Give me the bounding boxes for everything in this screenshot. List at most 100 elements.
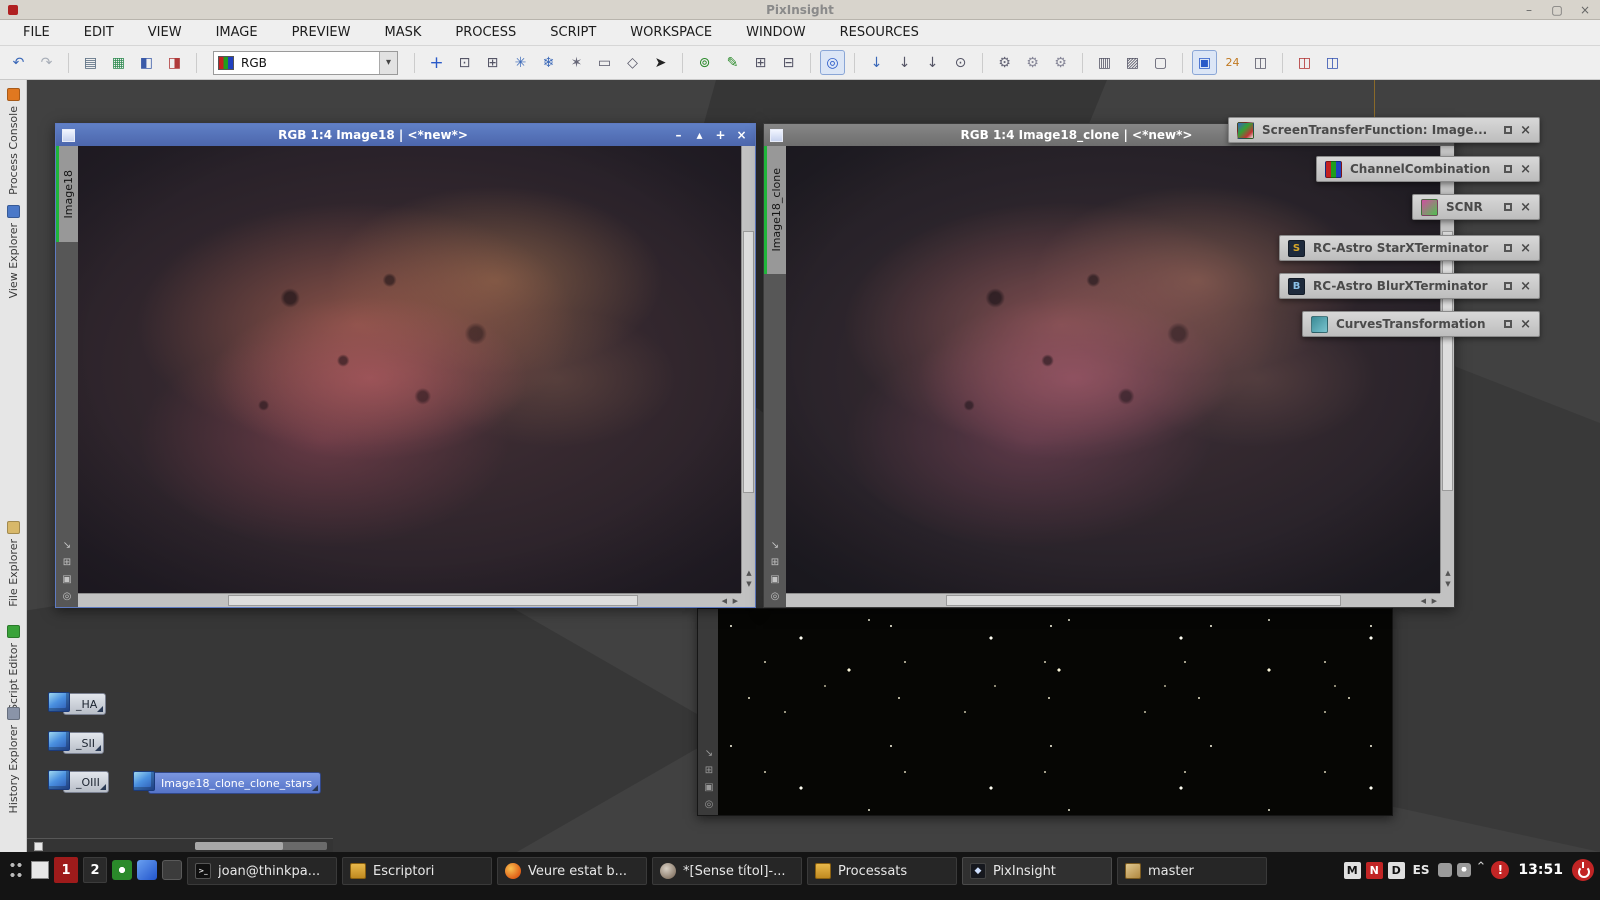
sidebar-tab-view-explorer[interactable]: View Explorer — [0, 202, 27, 301]
tray-status-icon[interactable] — [1438, 863, 1452, 877]
sidebar-tab-file-explorer[interactable]: File Explorer — [0, 518, 27, 610]
horizontal-scrollbar[interactable] — [195, 842, 327, 850]
power-button[interactable] — [1572, 859, 1594, 881]
copy-icon[interactable]: ▣ — [770, 575, 779, 585]
sync-views-icon[interactable]: ⊙ — [948, 50, 973, 75]
workspace-1-button[interactable]: 1 — [54, 857, 78, 883]
close-button[interactable]: × — [1520, 318, 1531, 331]
global-options-icon[interactable]: ⚙ — [1048, 50, 1073, 75]
edit-instance-icon[interactable]: ✎ — [720, 50, 745, 75]
zoom-button[interactable]: + — [713, 128, 728, 142]
restore-button[interactable] — [1504, 244, 1512, 252]
close-button[interactable]: × — [734, 128, 749, 142]
window-select-icon[interactable] — [62, 129, 75, 142]
preferences-icon[interactable]: ⚙ — [1020, 50, 1045, 75]
menu-view[interactable]: VIEW — [148, 25, 182, 40]
layout-pattern-icon[interactable]: ▨ — [1120, 50, 1145, 75]
image-window-titlebar[interactable]: RGB 1:4 Image18 | <*new*> – ▴ + × — [56, 124, 755, 146]
sidebar-tab-process-console[interactable]: Process Console — [0, 85, 27, 198]
target-icon[interactable]: ◎ — [705, 800, 714, 810]
zoom-in-icon[interactable]: ✳ — [508, 50, 533, 75]
launcher-icon-3[interactable] — [162, 860, 182, 880]
scrollbar-thumb[interactable] — [946, 595, 1341, 606]
menu-image[interactable]: IMAGE — [216, 25, 258, 40]
star-image-window[interactable]: ↘ ⊞ ▣ ◎ — [697, 608, 1393, 816]
screen-left-icon[interactable]: ◧ — [134, 50, 159, 75]
screen-blue-icon[interactable]: ◫ — [1320, 50, 1345, 75]
scroll-down-icon[interactable]: ▼ — [742, 580, 756, 588]
stf-auto-stretch-icon[interactable]: ✶ — [564, 50, 589, 75]
target-icon[interactable]: ◎ — [63, 592, 72, 602]
copy-icon[interactable]: ▣ — [704, 783, 713, 793]
resize-icon[interactable]: ↘ — [705, 749, 713, 759]
fit-icon[interactable]: ⊞ — [771, 558, 779, 568]
keyboard-layout-indicator[interactable]: ES — [1410, 863, 1433, 877]
screen-right-icon[interactable]: ◨ — [162, 50, 187, 75]
task-pixinsight[interactable]: ◆ PixInsight — [962, 857, 1112, 885]
menu-workspace[interactable]: WORKSPACE — [630, 25, 712, 40]
scroll-right-icon[interactable]: ▶ — [1432, 594, 1437, 608]
process-icon-cube-oiii[interactable] — [48, 770, 70, 790]
fit-icon[interactable]: ⊞ — [705, 766, 713, 776]
select-mode-icon[interactable]: ➤ — [648, 50, 673, 75]
scroll-left-icon[interactable]: ◀ — [722, 594, 727, 608]
launcher-icon-1[interactable] — [112, 860, 132, 880]
launcher-icon-2[interactable] — [137, 860, 157, 880]
workspace-2-button[interactable]: 2 — [83, 857, 107, 883]
duplicate-window-icon[interactable]: ⊟ — [776, 50, 801, 75]
view-channel-selector[interactable]: RGB ▾ — [213, 51, 398, 75]
process-window-screentransferfunction[interactable]: ScreenTransferFunction: Image... × — [1228, 117, 1540, 143]
readout-mode-icon[interactable]: ◇ — [620, 50, 645, 75]
window-select-icon[interactable] — [770, 129, 783, 142]
show-desktop-icon[interactable] — [31, 861, 49, 879]
restore-button[interactable] — [1504, 126, 1512, 134]
shaded-window-sliver[interactable] — [27, 838, 333, 852]
close-button[interactable]: × — [1520, 242, 1531, 255]
download-data-icon[interactable]: ↓ — [920, 50, 945, 75]
view-tab-image18[interactable]: Image18 — [56, 146, 78, 242]
horizontal-scrollbar[interactable]: ◀ ▶ — [78, 593, 741, 607]
menu-file[interactable]: FILE — [23, 25, 50, 40]
undo-icon[interactable]: ↶ — [6, 50, 31, 75]
process-window-scnr[interactable]: SCNR × — [1412, 194, 1540, 220]
process-console-icon[interactable]: ▤ — [78, 50, 103, 75]
settings-icon[interactable]: ⚙ — [992, 50, 1017, 75]
maximize-icon[interactable]: ▢ — [1550, 3, 1564, 17]
process-window-starxterminator[interactable]: S RC-Astro StarXTerminator × — [1279, 235, 1540, 261]
os-titlebar[interactable]: PixInsight – ▢ × — [0, 0, 1600, 20]
star-image-canvas[interactable] — [718, 609, 1392, 815]
monitor-icon[interactable]: ▣ — [1192, 50, 1217, 75]
process-window-curvestransformation[interactable]: CurvesTransformation × — [1302, 311, 1540, 337]
close-icon[interactable]: × — [1578, 3, 1592, 17]
download-view-icon[interactable]: ↓ — [864, 50, 889, 75]
window-icon[interactable] — [34, 842, 43, 851]
new-instance-icon[interactable]: ⊚ — [692, 50, 717, 75]
chevron-down-icon[interactable]: ▾ — [379, 52, 397, 74]
process-icon-cube-ha[interactable] — [48, 692, 70, 712]
layout-grid-icon[interactable]: ▥ — [1092, 50, 1117, 75]
alert-icon[interactable]: ! — [1491, 861, 1509, 879]
applications-menu-icon[interactable] — [6, 857, 26, 883]
scrollbar-thumb[interactable] — [743, 231, 754, 493]
workspace[interactable]: ↘ ⊞ ▣ ◎ RGB 1:4 Image18 | <*new*> – ▴ + … — [27, 80, 1600, 852]
menu-preview[interactable]: PREVIEW — [292, 25, 351, 40]
menu-edit[interactable]: EDIT — [84, 25, 114, 40]
task-processats[interactable]: Processats — [807, 857, 957, 885]
horizontal-scrollbar[interactable]: ◀ ▶ — [786, 593, 1440, 607]
monitor-export-icon[interactable]: ◫ — [1248, 50, 1273, 75]
scroll-up-icon[interactable]: ▲ — [1441, 569, 1455, 577]
copy-icon[interactable]: ▣ — [62, 575, 71, 585]
close-button[interactable]: × — [1520, 201, 1531, 214]
chevron-up-icon[interactable]: ⌃ — [1476, 860, 1487, 875]
menu-resources[interactable]: RESOURCES — [840, 25, 919, 40]
scroll-up-icon[interactable]: ▲ — [742, 569, 756, 577]
zoom-11-icon[interactable]: ⊞ — [480, 50, 505, 75]
notifications-icon[interactable] — [1457, 863, 1471, 877]
task-desktop[interactable]: Escriptori — [342, 857, 492, 885]
vertical-scrollbar[interactable]: ▲ ▼ — [741, 146, 755, 593]
task-terminal[interactable]: >_ joan@thinkpa... — [187, 857, 337, 885]
close-button[interactable]: × — [1520, 124, 1531, 137]
scrollbar-thumb[interactable] — [195, 842, 283, 850]
restore-button[interactable] — [1504, 203, 1512, 211]
monitor-24bit-icon[interactable]: 24 — [1220, 50, 1245, 75]
